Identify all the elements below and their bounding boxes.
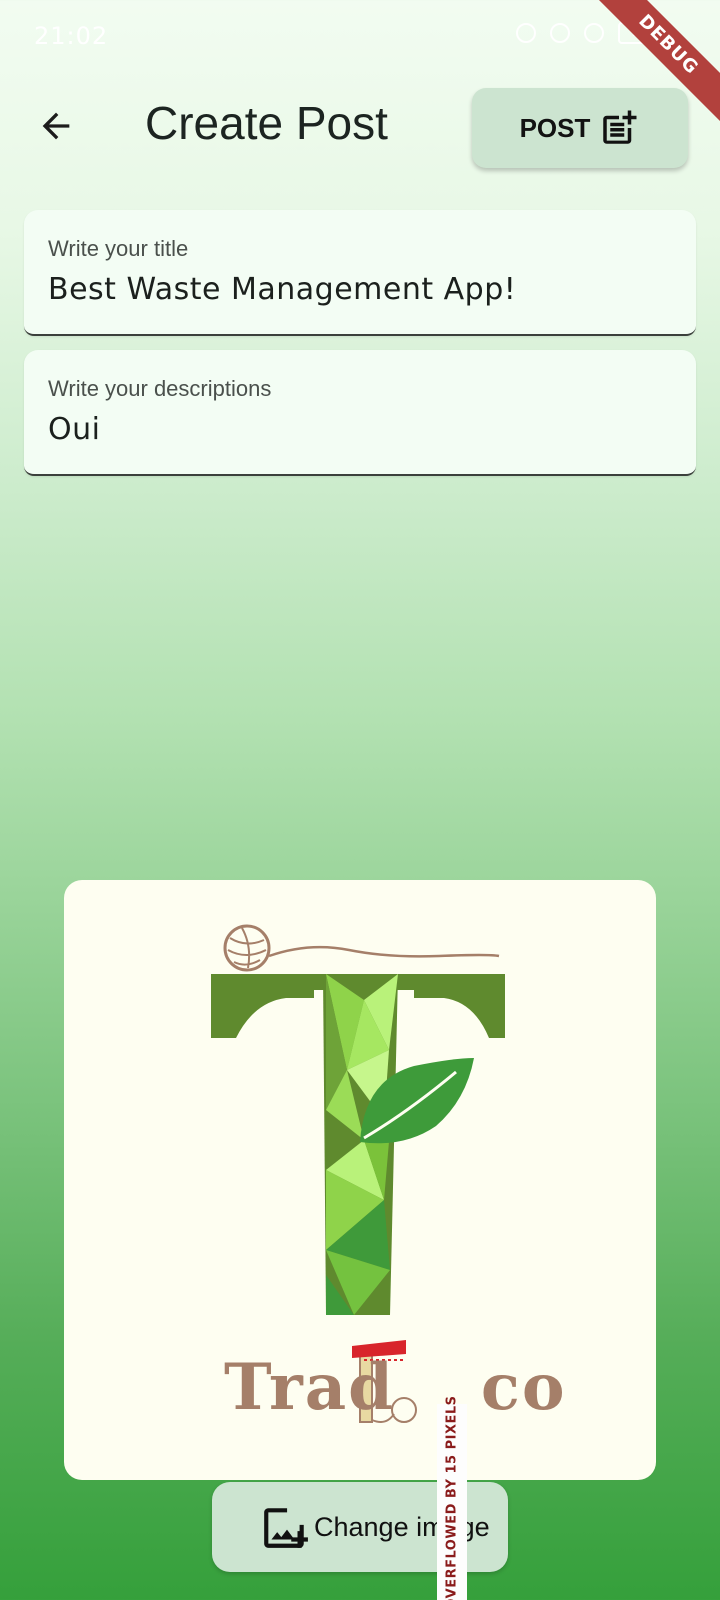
post-add-icon (603, 110, 637, 144)
add-photo-icon (264, 1508, 308, 1548)
post-image: Trad co (64, 880, 656, 1480)
wifi-icon (584, 23, 604, 43)
title-field-label: Write your title (48, 236, 189, 261)
title-field[interactable]: Write your title Best Waste Management A… (24, 210, 696, 336)
logo-wordmark-left: Trad (224, 1350, 395, 1425)
title-field-value[interactable]: Best Waste Management App! (48, 272, 516, 307)
overflow-warning: OVERFLOWED BY 15 PIXELS (437, 1395, 467, 1600)
description-field[interactable]: Write your descriptions Oui (24, 350, 696, 476)
status-bar: 21:02 55 DEBUG (0, 0, 720, 135)
description-field-value[interactable]: Oui (48, 412, 100, 447)
overflow-warning-text: OVERFLOWED BY 15 PIXELS (444, 1394, 460, 1600)
arrow-left-icon (42, 112, 70, 140)
description-field-label: Write your descriptions (48, 376, 272, 401)
logo-wordmark-right: co (480, 1350, 567, 1425)
back-button[interactable] (30, 100, 82, 152)
status-time: 21:02 (34, 22, 109, 50)
alarm-icon (516, 23, 536, 43)
mute-icon (550, 23, 570, 43)
post-button[interactable]: POST (472, 88, 688, 168)
page-title: Create Post (145, 97, 388, 149)
logo-wordmark: Trad co (224, 1350, 567, 1425)
post-button-label: POST (519, 112, 591, 143)
